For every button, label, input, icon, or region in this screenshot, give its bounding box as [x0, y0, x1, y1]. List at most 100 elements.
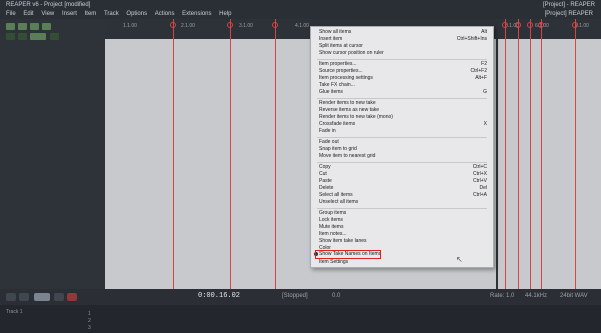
- menu-shortcut: G: [483, 89, 487, 95]
- menu-separator: [317, 162, 487, 163]
- menu-track[interactable]: Track: [104, 10, 119, 19]
- menu-file[interactable]: File: [6, 10, 16, 19]
- marker-line: [505, 19, 506, 289]
- track-control-panel: [0, 19, 105, 290]
- menu-item[interactable]: Lock items: [319, 217, 343, 224]
- menu-item[interactable]: Take FX chain...: [319, 82, 355, 89]
- menu-shortcut: Alt: [481, 29, 487, 35]
- menu-item[interactable]: Item: [85, 10, 97, 19]
- status-samplerate: 44.1kHz: [525, 293, 548, 299]
- marker-icon[interactable]: [170, 22, 176, 28]
- menu-item[interactable]: Show cursor position on ruler: [319, 50, 384, 57]
- marker-icon[interactable]: [515, 22, 521, 28]
- menu-separator: [317, 208, 487, 209]
- stop-button[interactable]: [19, 293, 29, 301]
- menu-item[interactable]: Item properties...: [319, 61, 357, 68]
- menu-item[interactable]: Crossfade items: [319, 121, 355, 128]
- menu-item[interactable]: Item processing settings: [319, 75, 373, 82]
- menu-separator: [317, 137, 487, 138]
- track-tool-icon[interactable]: [18, 23, 27, 30]
- window-title: REAPER v6 - Project [modified]: [6, 2, 91, 8]
- track-tool-icon[interactable]: [30, 33, 46, 40]
- marker-icon[interactable]: [227, 22, 233, 28]
- marker-line: [275, 19, 276, 289]
- track-tool-icon[interactable]: [6, 23, 15, 30]
- marker-line: [173, 19, 174, 289]
- record-button[interactable]: [67, 293, 77, 301]
- rewind-button[interactable]: [6, 293, 16, 301]
- time-display: 0:00.16.02: [198, 292, 241, 300]
- menu-item[interactable]: Render items to new take (mono): [319, 114, 393, 121]
- marker-line: [230, 19, 231, 289]
- track-tool-icon[interactable]: [6, 33, 15, 40]
- menu-item[interactable]: Mute items: [319, 224, 343, 231]
- marker-icon[interactable]: [572, 22, 578, 28]
- menu-options[interactable]: Options: [126, 10, 147, 19]
- menu-item[interactable]: Move item to nearest grid: [319, 153, 375, 160]
- bottom-cell: 2: [88, 318, 91, 324]
- menu-view[interactable]: View: [41, 10, 54, 19]
- menu-bar: File Edit View Insert Item Track Options…: [0, 10, 601, 19]
- menu-item[interactable]: Show all items: [319, 29, 351, 36]
- track-tool-icon[interactable]: [42, 23, 51, 30]
- marker-icon[interactable]: [527, 22, 533, 28]
- title-bar: REAPER v6 - Project [modified] [Project]…: [0, 0, 601, 10]
- menu-item[interactable]: Snap item to grid: [319, 146, 357, 153]
- menu-shortcut: Ctrl+X: [472, 171, 487, 177]
- mouse-cursor-icon: ↖: [456, 255, 463, 264]
- menu-item[interactable]: Delete: [319, 185, 333, 192]
- play-button[interactable]: [34, 293, 50, 301]
- menu-shortcut: F2: [481, 61, 487, 67]
- track-tool-icon[interactable]: [30, 23, 39, 30]
- bottom-track-label: Track 1: [6, 309, 23, 315]
- track-tool-icon[interactable]: [50, 33, 59, 40]
- menu-item[interactable]: Insert item: [319, 36, 342, 43]
- menu-actions[interactable]: Actions: [155, 10, 175, 19]
- menu-shortcut: Del: [479, 185, 487, 191]
- marker-line: [575, 19, 576, 289]
- bottom-cell: 1: [88, 311, 91, 317]
- menu-item[interactable]: Copy: [319, 164, 331, 171]
- menu-shortcut: Ctrl+F2: [470, 68, 487, 74]
- menu-item[interactable]: Item notes...: [319, 231, 347, 238]
- marker-icon[interactable]: [272, 22, 278, 28]
- menu-item[interactable]: Fade in: [319, 128, 336, 135]
- menu-edit[interactable]: Edit: [23, 10, 33, 19]
- menu-item[interactable]: Select all items: [319, 192, 353, 199]
- menu-item[interactable]: Item Settings: [319, 259, 348, 266]
- ruler-label: 3.1.00: [239, 23, 253, 29]
- menu-item[interactable]: Render items to new take: [319, 100, 376, 107]
- ruler-label: 2.1.00: [181, 23, 195, 29]
- menu-insert[interactable]: Insert: [62, 10, 77, 19]
- menu-item[interactable]: Reverse items as new take: [319, 107, 379, 114]
- menu-right-label: [Project] REAPER: [544, 11, 593, 17]
- menu-item[interactable]: Glue items: [319, 89, 343, 96]
- menu-item[interactable]: Paste: [319, 178, 332, 185]
- menu-item[interactable]: Source properties...: [319, 68, 363, 75]
- menu-item[interactable]: Unselect all items: [319, 199, 358, 206]
- status-rate: Rate: 1.0: [490, 293, 515, 299]
- marker-line: [541, 19, 542, 289]
- menu-shortcut: Ctrl+A: [472, 192, 487, 198]
- ruler-label: 1.1.00: [123, 23, 137, 29]
- marker-icon[interactable]: [538, 22, 544, 28]
- menu-separator: [317, 98, 487, 99]
- marker-icon[interactable]: [502, 22, 508, 28]
- menu-item[interactable]: Cut: [319, 171, 327, 178]
- menu-shortcut: X: [483, 121, 487, 127]
- menu-item[interactable]: Group items: [319, 210, 346, 217]
- menu-item[interactable]: Show item take lanes: [319, 238, 367, 245]
- ruler-label: 4.1.00: [295, 23, 309, 29]
- context-menu: Show all items Alt Insert item Ctrl+Shif…: [310, 26, 494, 268]
- menu-item[interactable]: Split items at cursor: [319, 43, 363, 50]
- highlight-box: [315, 250, 381, 259]
- track-tool-icon[interactable]: [18, 33, 27, 40]
- menu-separator: [317, 59, 487, 60]
- menu-item[interactable]: Fade out: [319, 139, 339, 146]
- menu-help[interactable]: Help: [219, 10, 231, 19]
- menu-extensions[interactable]: Extensions: [182, 10, 211, 19]
- menu-shortcut: Ctrl+V: [472, 178, 487, 184]
- status-format: 24bit WAV: [560, 293, 588, 299]
- menu-shortcut: Ctrl+Shift+Ins: [456, 36, 487, 42]
- pause-button[interactable]: [54, 293, 64, 301]
